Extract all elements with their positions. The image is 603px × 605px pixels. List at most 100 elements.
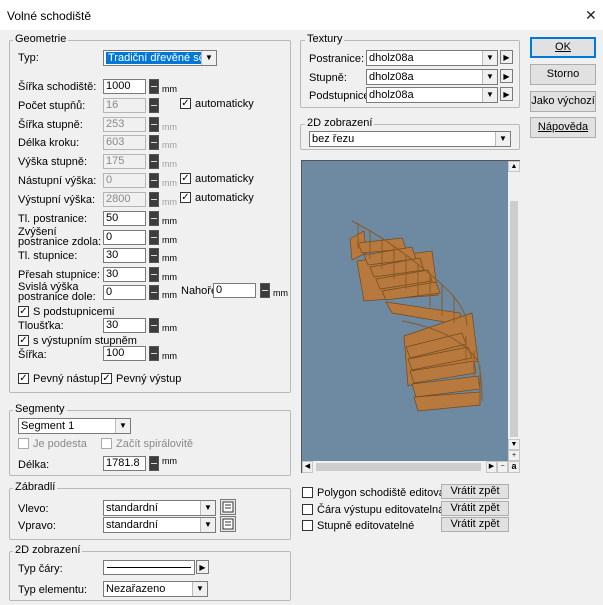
vratit-zpet-button-1[interactable]: Vrátit zpět (441, 484, 509, 499)
tloustka-spinner[interactable] (149, 318, 159, 333)
geometry-input-3[interactable]: 603 (103, 135, 146, 150)
storno-button[interactable]: Storno (530, 64, 596, 85)
geometry-spinner-7[interactable] (149, 211, 159, 226)
vpravo-value: standardní (106, 519, 158, 531)
scroll-left-icon[interactable]: ◀ (302, 461, 313, 473)
geometry-input-8[interactable]: 0 (103, 230, 146, 245)
tloustka-input[interactable]: 30 (103, 318, 146, 333)
scroll-down-icon[interactable]: ▼ (508, 439, 520, 450)
vratit-zpet-button-3[interactable]: Vrátit zpět (441, 517, 509, 532)
ok-button[interactable]: OK (530, 37, 596, 58)
vratit-zpet-button-2[interactable]: Vrátit zpět (441, 501, 509, 516)
s-podstupnicemi-checkbox[interactable]: ✓ (18, 306, 29, 317)
polygon-checkbox[interactable] (302, 487, 313, 498)
geometry-input-5[interactable]: 0 (103, 173, 146, 188)
geometry-spinner-11[interactable] (149, 285, 159, 300)
stupne-editovatelne-checkbox[interactable] (302, 520, 313, 531)
postranice-value: dholz08a (369, 52, 414, 64)
podstupnice-select[interactable]: dholz08a ▼ (366, 87, 498, 103)
s-vystupnim-checkbox[interactable]: ✓ (18, 335, 29, 346)
pevny-vystup-label: Pevný výstup (116, 373, 182, 385)
horizontal-thumb[interactable] (316, 463, 481, 471)
zoom-minus-icon[interactable]: − (497, 461, 508, 473)
scroll-right-icon[interactable]: ▶ (486, 461, 497, 473)
geometry-input-9[interactable]: 30 (103, 248, 146, 263)
staircase-image (349, 220, 483, 412)
geometry-input-2[interactable]: 253 (103, 117, 146, 132)
zacit-spiralovite-checkbox[interactable] (101, 438, 112, 449)
stair-3d-preview[interactable]: ▲ ▼ + ◀ ▶ − a (301, 160, 520, 473)
geometry-label-4: Výška stupně: (18, 156, 88, 168)
segment-select[interactable]: Segment 1 ▼ (18, 418, 131, 434)
geometry-spinner-3[interactable] (149, 135, 159, 150)
zabradli-title: Zábradlí (13, 481, 58, 493)
nahore-spinner[interactable] (260, 283, 270, 298)
chevron-down-icon: ▼ (192, 582, 207, 596)
geometry-spinner-9[interactable] (149, 248, 159, 263)
stupne-arrow-icon[interactable]: ▶ (500, 69, 513, 83)
geometry-label-0: Šířka schodiště: (18, 81, 97, 93)
podstupnice-arrow-icon[interactable]: ▶ (500, 87, 513, 101)
chevron-down-icon: ▼ (115, 419, 130, 433)
close-icon[interactable]: ✕ (585, 7, 597, 24)
auto-end-height-label: automaticky (195, 192, 254, 204)
jako-vychozi-button[interactable]: Jako výchozí (530, 91, 596, 112)
geometry-input-11[interactable]: 0 (103, 285, 146, 300)
typ-cary-arrow-icon[interactable]: ▶ (196, 560, 209, 574)
delka-input[interactable]: 1781.8 (103, 456, 146, 471)
geometry-spinner-8[interactable] (149, 230, 159, 245)
zoom-plus-icon[interactable]: + (508, 450, 520, 461)
vpravo-select[interactable]: standardní ▼ (103, 517, 216, 533)
zobrazeni-right-select[interactable]: bez řezu ▼ (309, 131, 511, 147)
typ-elementu-value: Nezařazeno (106, 583, 166, 595)
napoveda-button[interactable]: Nápověda (530, 117, 596, 138)
delka-spinner[interactable] (149, 456, 159, 471)
geometry-unit-5: mm (162, 178, 177, 188)
geometry-label-3: Délka kroku: (18, 137, 80, 149)
geometry-spinner-5[interactable] (149, 173, 159, 188)
geometry-input-10[interactable]: 30 (103, 267, 146, 282)
geometry-spinner-10[interactable] (149, 267, 159, 282)
geometry-input-6[interactable]: 2800 (103, 192, 146, 207)
auto-start-height-checkbox[interactable]: ✓ (180, 173, 191, 184)
railing-settings-right-icon[interactable] (220, 516, 236, 532)
geometry-label-11: Svislá výška postranice dole: (18, 281, 96, 303)
zobrazeni-right-value: bez řezu (312, 133, 355, 145)
auto-steps-checkbox[interactable]: ✓ (180, 98, 191, 109)
typ-select[interactable]: Tradiční dřevěné schod ▼ (103, 50, 217, 66)
je-podesta-label: Je podesta (33, 438, 87, 450)
typ-elementu-select[interactable]: Nezařazeno ▼ (103, 581, 208, 597)
sirka-spinner[interactable] (149, 346, 159, 361)
podstupnice-value: dholz08a (369, 89, 414, 101)
preview-horizontal-scrollbar[interactable]: ◀ ▶ − (302, 461, 508, 473)
zoom-a-button[interactable]: a (508, 461, 520, 473)
postranice-select[interactable]: dholz08a ▼ (366, 50, 498, 66)
pevny-nastup-checkbox[interactable]: ✓ (18, 373, 29, 384)
geometry-spinner-4[interactable] (149, 154, 159, 169)
geometry-spinner-1[interactable] (149, 98, 159, 113)
geometry-input-0[interactable]: 1000 (103, 79, 146, 94)
pevny-vystup-checkbox[interactable]: ✓ (101, 373, 112, 384)
vertical-thumb[interactable] (510, 201, 518, 437)
nahore-input[interactable]: 0 (213, 283, 256, 298)
typ-cary-input[interactable] (103, 560, 195, 575)
railing-settings-left-icon[interactable] (220, 499, 236, 515)
sirka-input[interactable]: 100 (103, 346, 146, 361)
auto-end-height-checkbox[interactable]: ✓ (180, 192, 191, 203)
geometry-label-2: Šířka stupně: (18, 119, 83, 131)
scroll-up-icon[interactable]: ▲ (508, 161, 520, 172)
geometry-spinner-6[interactable] (149, 192, 159, 207)
vlevo-select[interactable]: standardní ▼ (103, 500, 216, 516)
segment-value: Segment 1 (21, 420, 75, 432)
geometry-input-1[interactable]: 16 (103, 98, 146, 113)
delka-unit: mm (162, 456, 177, 466)
preview-vertical-scrollbar[interactable]: ▲ ▼ + (508, 161, 520, 461)
geometry-input-4[interactable]: 175 (103, 154, 146, 169)
postranice-arrow-icon[interactable]: ▶ (500, 50, 513, 64)
stupne-select[interactable]: dholz08a ▼ (366, 69, 498, 85)
je-podesta-checkbox[interactable] (18, 438, 29, 449)
geometry-spinner-2[interactable] (149, 117, 159, 132)
geometry-spinner-0[interactable] (149, 79, 159, 94)
cara-checkbox[interactable] (302, 504, 313, 515)
geometry-input-7[interactable]: 50 (103, 211, 146, 226)
